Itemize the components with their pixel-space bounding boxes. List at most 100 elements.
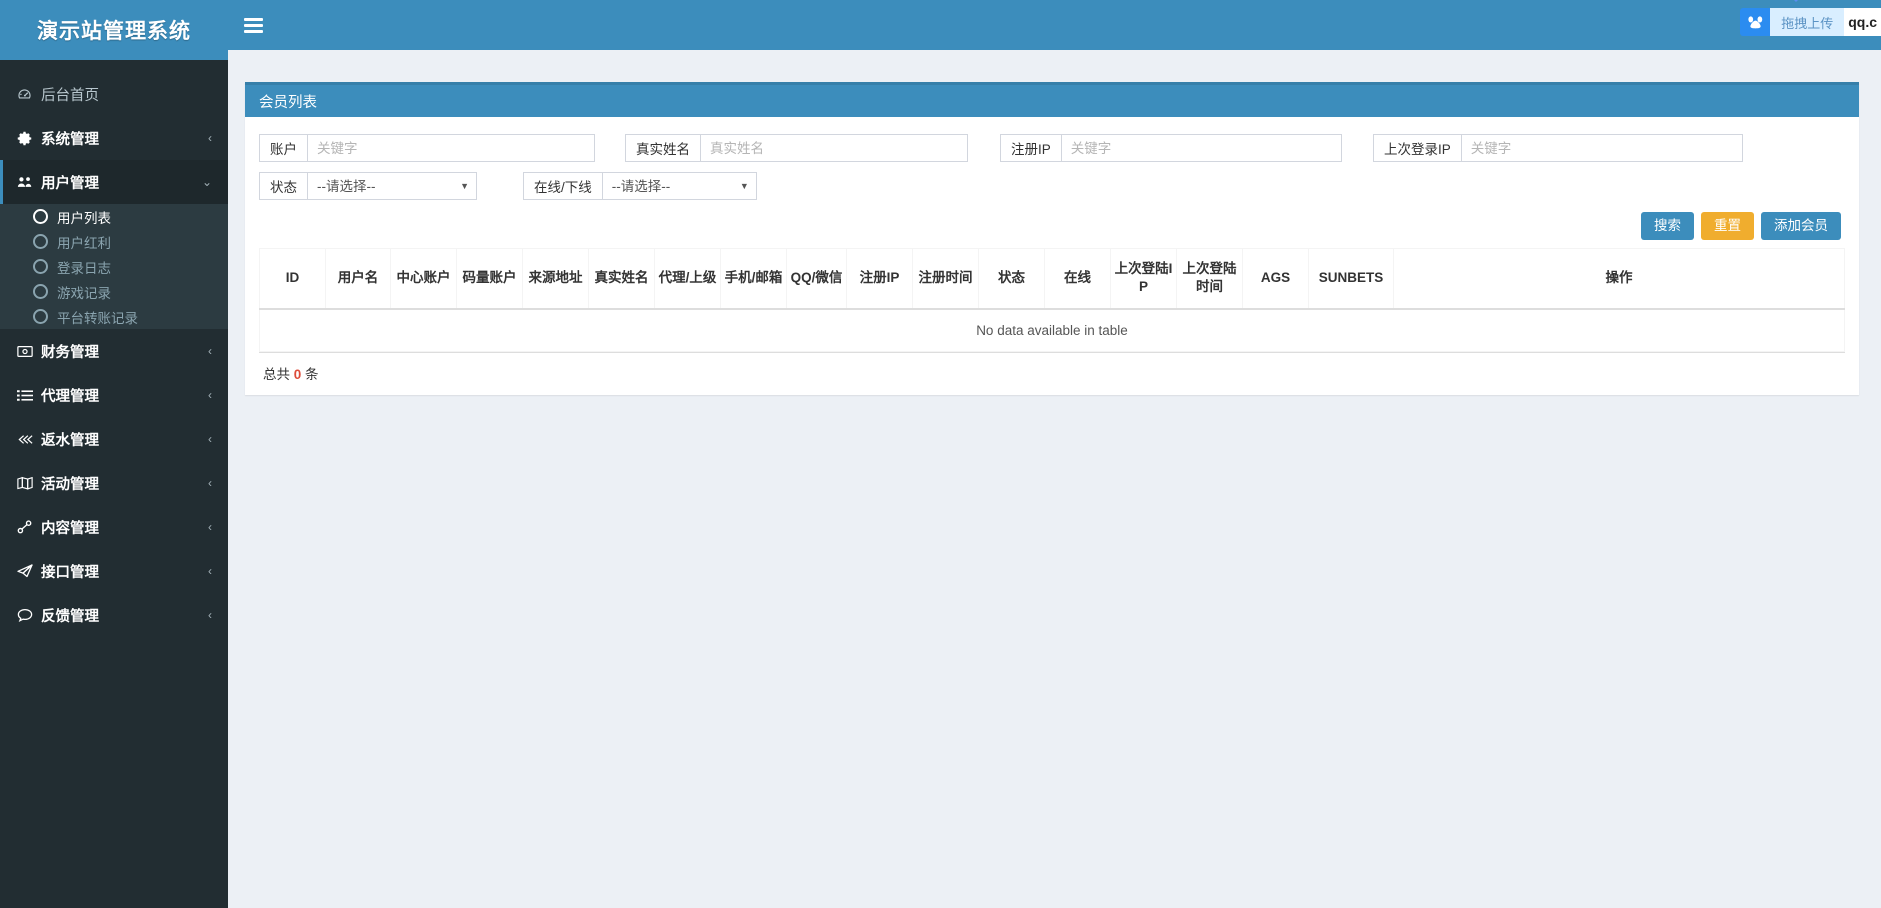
chevron-left-icon: ‹ bbox=[208, 344, 212, 358]
total-suffix-label: 条 bbox=[301, 366, 319, 382]
member-table-head: ID 用户名 中心账户 码量账户 来源地址 真实姓名 代理/上级 手机/邮箱 Q… bbox=[259, 248, 1845, 310]
table-footer: 总共 0 条 bbox=[259, 351, 1845, 385]
column-header-online[interactable]: 在线 bbox=[1044, 248, 1111, 310]
circle-o-icon bbox=[33, 309, 48, 324]
brand-title: 演示站管理系统 bbox=[0, 0, 228, 60]
field-status-label: 状态 bbox=[259, 172, 307, 200]
chevron-left-icon: ‹ bbox=[208, 564, 212, 578]
reset-button[interactable]: 重置 bbox=[1701, 212, 1754, 241]
link-icon bbox=[17, 433, 41, 446]
add-member-button[interactable]: 添加会员 bbox=[1761, 212, 1841, 241]
sidebar-item-game-record[interactable]: 游戏记录 bbox=[0, 279, 228, 304]
field-account-label: 账户 bbox=[259, 134, 307, 162]
sidebar-subitem-label: 平台转账记录 bbox=[57, 310, 138, 326]
column-header-id[interactable]: ID bbox=[259, 248, 326, 310]
column-header-agent-parent[interactable]: 代理/上级 bbox=[654, 248, 721, 310]
sidebar-item-feedback[interactable]: 反馈管理 ‹ bbox=[0, 593, 228, 637]
column-header-last-login-ip[interactable]: 上次登陆IP bbox=[1110, 248, 1177, 310]
field-realname-label: 真实姓名 bbox=[625, 134, 700, 162]
search-select-online[interactable]: --请选择-- bbox=[601, 172, 757, 200]
chevron-left-icon: ‹ bbox=[208, 131, 212, 145]
sidebar-spacer bbox=[0, 60, 228, 72]
sidebar-item-finance[interactable]: 财务管理 ‹ bbox=[0, 329, 228, 373]
sidebar-item-user-list[interactable]: 用户列表 bbox=[0, 204, 228, 229]
sidebar-item-system[interactable]: 系统管理 ‹ bbox=[0, 116, 228, 160]
member-list-panel: 会员列表 账户 真实姓名 注册IP bbox=[245, 82, 1859, 395]
sidebar-item-label: 活动管理 bbox=[41, 476, 99, 493]
search-input-last-login-ip[interactable] bbox=[1460, 134, 1743, 162]
sidebar-item-api[interactable]: 接口管理 ‹ bbox=[0, 549, 228, 593]
chevron-left-icon: ‹ bbox=[208, 520, 212, 534]
paperclip-icon bbox=[17, 520, 41, 534]
column-header-sunbets[interactable]: SUNBETS bbox=[1308, 248, 1394, 310]
sidebar-item-dashboard[interactable]: 后台首页 bbox=[0, 72, 228, 116]
panel-body: 账户 真实姓名 注册IP 上次登录IP bbox=[245, 117, 1859, 395]
column-header-register-time[interactable]: 注册时间 bbox=[912, 248, 979, 310]
table-header-row: ID 用户名 中心账户 码量账户 来源地址 真实姓名 代理/上级 手机/邮箱 Q… bbox=[259, 248, 1845, 310]
sidebar-item-users[interactable]: 用户管理 ⌄ bbox=[0, 160, 228, 204]
search-button[interactable]: 搜索 bbox=[1641, 212, 1694, 241]
sidebar-item-label: 后台首页 bbox=[41, 87, 99, 104]
sidebar-item-login-log[interactable]: 登录日志 bbox=[0, 254, 228, 279]
sidebar-item-label: 财务管理 bbox=[41, 344, 99, 361]
field-online-label: 在线/下线 bbox=[523, 172, 602, 200]
sidebar-subitem-label: 游戏记录 bbox=[57, 285, 111, 301]
search-form-row-1: 账户 真实姓名 注册IP 上次登录IP bbox=[259, 134, 1845, 162]
top-navbar: 拖拽上传 qq.c bbox=[228, 0, 1881, 50]
online-select-wrap: --请选择-- ▼ bbox=[601, 172, 757, 200]
menu-toggle-button[interactable] bbox=[228, 0, 278, 50]
search-action-buttons: 搜索 重置 添加会员 bbox=[259, 212, 1845, 241]
map-icon bbox=[17, 476, 41, 490]
column-header-ags[interactable]: AGS bbox=[1242, 248, 1309, 310]
sidebar-item-label: 内容管理 bbox=[41, 520, 99, 537]
column-header-qq-wechat[interactable]: QQ/微信 bbox=[786, 248, 847, 310]
table-empty-row: No data available in table bbox=[259, 308, 1845, 352]
sidebar-item-label: 返水管理 bbox=[41, 432, 99, 449]
circle-o-icon bbox=[33, 259, 48, 274]
column-header-actions[interactable]: 操作 bbox=[1393, 248, 1845, 310]
search-input-register-ip[interactable] bbox=[1060, 134, 1342, 162]
netdisk-upload-button[interactable]: 拖拽上传 bbox=[1770, 8, 1845, 36]
sidebar-item-content[interactable]: 内容管理 ‹ bbox=[0, 505, 228, 549]
list-icon bbox=[17, 389, 41, 402]
sidebar-item-activity[interactable]: 活动管理 ‹ bbox=[0, 461, 228, 505]
search-form-row-2: 状态 --请选择-- ▼ 在线/下线 --请选择-- ▼ bbox=[259, 172, 1845, 200]
sidebar-item-rebate[interactable]: 返水管理 ‹ bbox=[0, 417, 228, 461]
sidebar-item-label: 接口管理 bbox=[41, 564, 99, 581]
chevron-left-icon: ‹ bbox=[208, 388, 212, 402]
field-register-ip: 注册IP bbox=[1000, 134, 1342, 162]
search-input-realname[interactable] bbox=[700, 134, 968, 162]
baidu-netdisk-icon bbox=[1740, 8, 1771, 36]
sidebar-subitem-label: 登录日志 bbox=[57, 260, 111, 276]
sidebar-submenu-users: 用户列表 用户红利 登录日志 游戏记录 平台转账记录 bbox=[0, 204, 228, 329]
column-header-last-login-time[interactable]: 上次登陆时间 bbox=[1176, 248, 1243, 310]
column-header-realname[interactable]: 真实姓名 bbox=[588, 248, 655, 310]
member-table-body: No data available in table bbox=[259, 308, 1845, 352]
search-input-account[interactable] bbox=[307, 134, 595, 162]
sidebar-item-agent[interactable]: 代理管理 ‹ bbox=[0, 373, 228, 417]
money-icon bbox=[17, 345, 41, 358]
column-header-register-ip[interactable]: 注册IP bbox=[846, 248, 913, 310]
panel-title: 会员列表 bbox=[245, 85, 1859, 117]
gear-icon bbox=[17, 131, 41, 146]
column-header-volume-account[interactable]: 码量账户 bbox=[456, 248, 523, 310]
sidebar-item-user-bonus[interactable]: 用户红利 bbox=[0, 229, 228, 254]
chevron-left-icon: ‹ bbox=[208, 476, 212, 490]
field-last-login-ip-label: 上次登录IP bbox=[1373, 134, 1461, 162]
column-header-username[interactable]: 用户名 bbox=[325, 248, 391, 310]
column-header-phone-email[interactable]: 手机/邮箱 bbox=[720, 248, 787, 310]
content-top-gap bbox=[228, 50, 1881, 58]
column-header-center-account[interactable]: 中心账户 bbox=[390, 248, 457, 310]
sidebar-subitem-label: 用户红利 bbox=[57, 235, 111, 251]
sidebar: 演示站管理系统 后台首页 系统管理 ‹ 用户管理 ⌄ 用户列表 用户红利 登录日… bbox=[0, 0, 228, 908]
column-header-source-address[interactable]: 来源地址 bbox=[522, 248, 589, 310]
netdisk-pointer-icon bbox=[1783, 0, 1809, 2]
baidu-netdisk-widget[interactable]: 拖拽上传 qq.c bbox=[1740, 8, 1881, 36]
app-root: 演示站管理系统 后台首页 系统管理 ‹ 用户管理 ⌄ 用户列表 用户红利 登录日… bbox=[0, 0, 1881, 908]
search-select-status[interactable]: --请选择-- bbox=[307, 172, 477, 200]
sidebar-item-label: 系统管理 bbox=[41, 131, 99, 148]
content-wrapper: 会员列表 账户 真实姓名 注册IP bbox=[228, 58, 1881, 908]
sidebar-item-label: 反馈管理 bbox=[41, 608, 99, 625]
column-header-status[interactable]: 状态 bbox=[978, 248, 1045, 310]
sidebar-item-platform-transfer[interactable]: 平台转账记录 bbox=[0, 304, 228, 329]
